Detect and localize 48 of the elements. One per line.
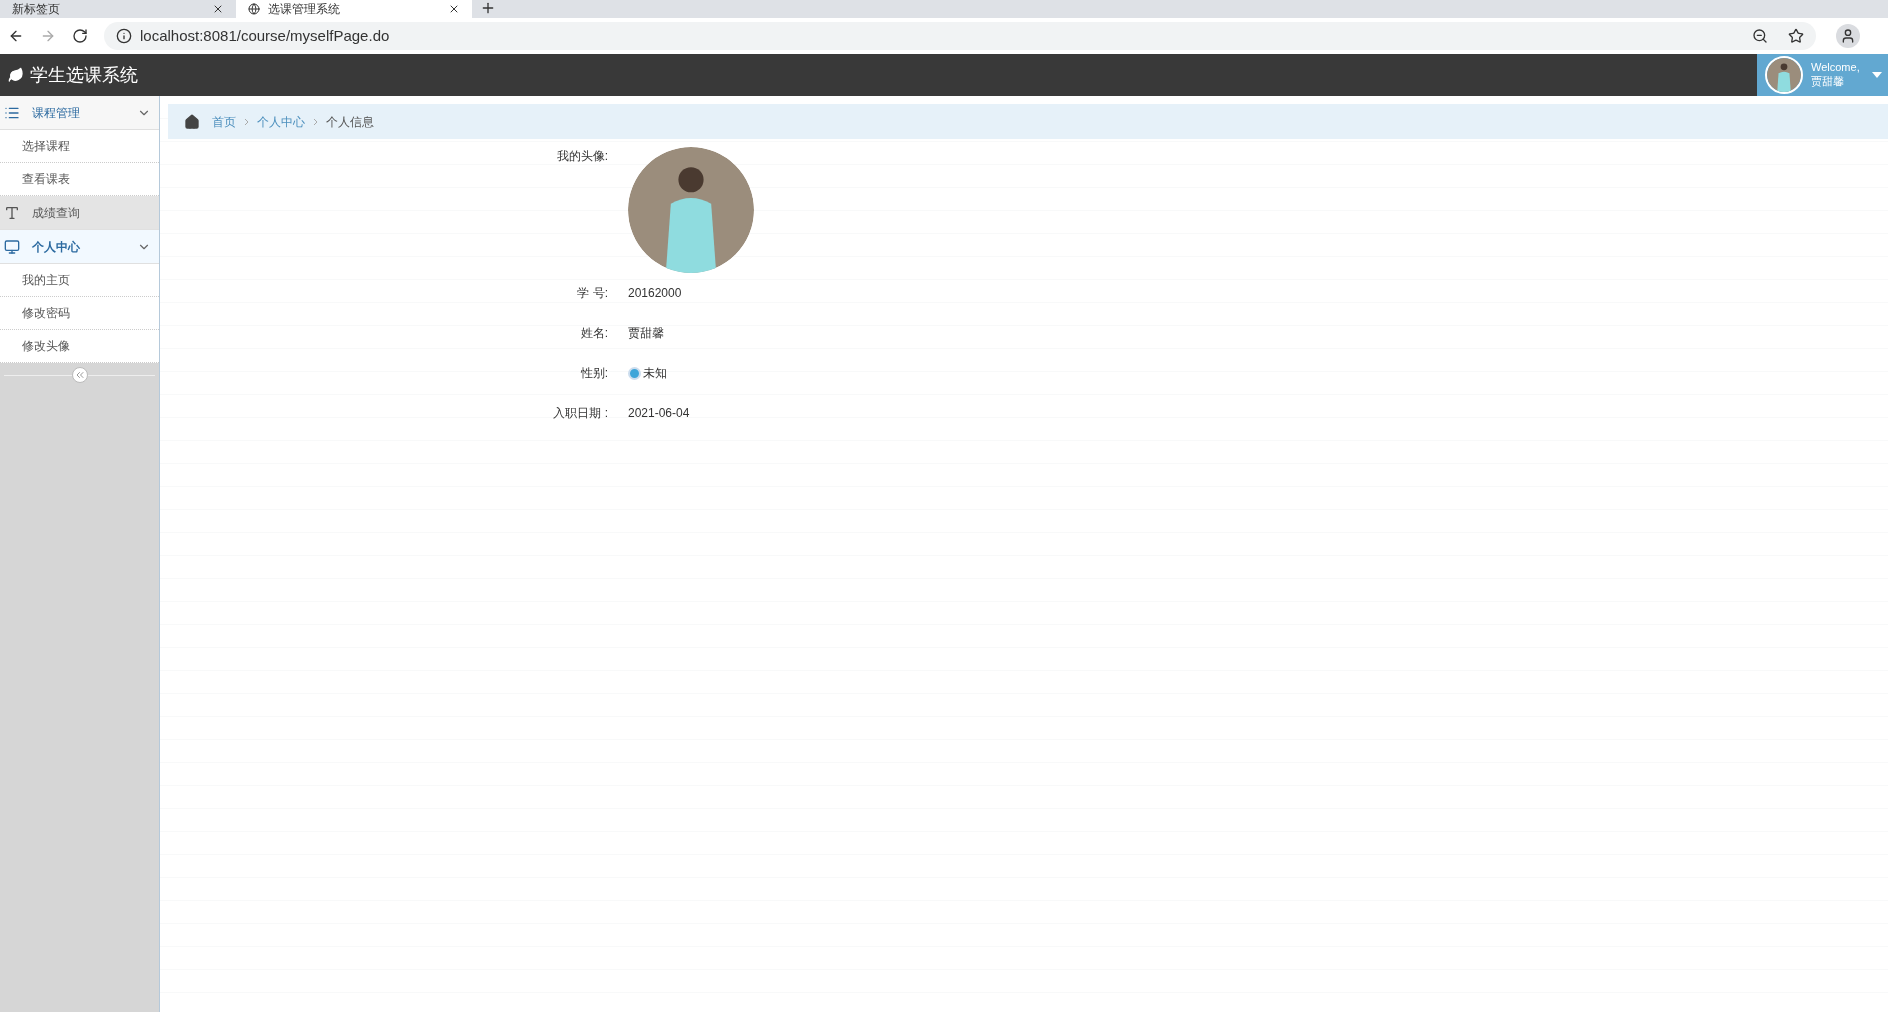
caret-icon [1871, 72, 1882, 78]
text-icon [4, 204, 20, 221]
sidebar-label: 成绩查询 [32, 204, 81, 222]
home-icon [184, 113, 200, 130]
address-bar[interactable]: localhost:8081/course/myselfPage.do [104, 22, 1816, 50]
bookmark-star-icon[interactable] [1788, 28, 1804, 44]
globe-icon [248, 3, 260, 15]
close-icon[interactable] [448, 3, 460, 15]
profile-icon[interactable] [1836, 24, 1860, 48]
field-label: 性别: [579, 365, 608, 382]
chevron-right-icon [244, 117, 249, 126]
leaf-icon [8, 67, 24, 83]
sidebar-label: 课程管理 [32, 104, 81, 122]
field-label: 我的头像: [555, 148, 608, 165]
app-title: 学生选课系统 [30, 63, 138, 87]
sidebar-item[interactable]: 课程管理 [0, 96, 159, 130]
reload-icon[interactable] [72, 28, 88, 44]
submenu-item[interactable]: 选择课程 [0, 130, 159, 163]
user-name: 贾甜馨 [1811, 75, 1845, 89]
sidebar-item[interactable]: 个人中心 [0, 230, 159, 264]
breadcrumb-current: 个人信息 [326, 113, 374, 131]
radio-button[interactable] [628, 366, 641, 380]
welcome-text: Welcome, [1811, 61, 1860, 75]
info-icon [116, 28, 132, 44]
field-label: 姓名: [579, 325, 608, 342]
field-label: 学 号: [576, 285, 608, 302]
monitor-icon [4, 238, 20, 255]
browser-tab[interactable]: 选课管理系统 [236, 0, 472, 18]
field-value: 贾甜馨 [628, 325, 664, 342]
avatar-photo [1767, 58, 1801, 92]
url-text: localhost:8081/course/myselfPage.do [140, 25, 391, 46]
chevron-right-icon [313, 117, 318, 126]
tab-title: 选课管理系统 [268, 3, 341, 15]
sidebar-label: 个人中心 [32, 238, 81, 256]
tab-title: 新标签页 [12, 3, 61, 15]
back-icon[interactable] [8, 28, 24, 44]
submenu-item[interactable]: 查看课表 [0, 163, 159, 196]
new-tab-icon[interactable] [480, 0, 496, 16]
submenu-item[interactable]: 修改密码 [0, 297, 159, 330]
zoom-out-icon[interactable] [1752, 28, 1768, 44]
submenu-item[interactable]: 修改头像 [0, 330, 159, 363]
field-value: 2021-06-04 [628, 405, 690, 422]
sidebar-item[interactable]: 成绩查询 [0, 196, 159, 230]
field-value: 20162000 [628, 285, 682, 302]
radio-label: 未知 [643, 365, 667, 382]
field-label: 入职日期 : [552, 405, 608, 422]
close-icon[interactable] [212, 3, 224, 15]
submenu-item[interactable]: 我的主页 [0, 264, 159, 297]
